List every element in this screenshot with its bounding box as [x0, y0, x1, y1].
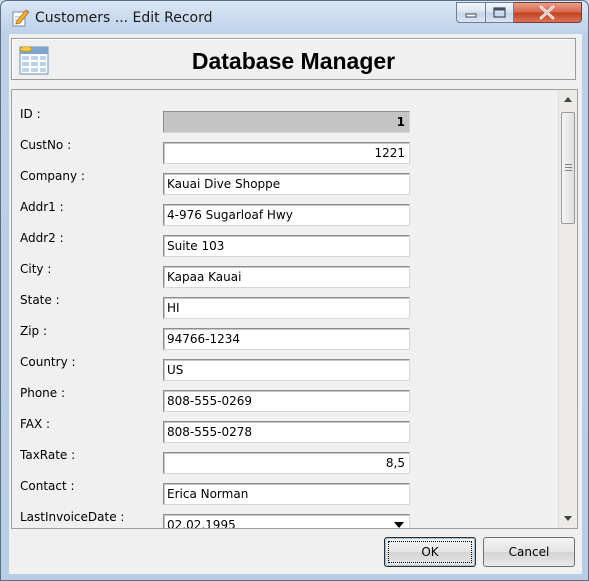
field-row-city: City : Kapaa Kauai — [12, 262, 557, 293]
grip-line — [565, 164, 572, 165]
contact-field[interactable]: Erica Norman — [163, 483, 410, 505]
field-label: LastInvoiceDate : — [20, 510, 125, 524]
field-row-addr2: Addr2 : Suite 103 — [12, 231, 557, 262]
scroll-down-button[interactable] — [562, 512, 574, 524]
scroll-up-arrow-icon — [564, 96, 572, 102]
grip-line — [565, 170, 572, 171]
country-field[interactable]: US — [163, 359, 410, 381]
close-icon — [539, 5, 555, 20]
field-row-id: ID : 1 — [12, 107, 557, 138]
addr2-field[interactable]: Suite 103 — [163, 235, 410, 257]
state-field[interactable]: HI — [163, 297, 410, 319]
title-bar[interactable]: Customers ... Edit Record — [1, 1, 588, 35]
field-row-taxrate: TaxRate : 8,5 — [12, 448, 557, 479]
taxrate-field[interactable]: 8,5 — [163, 452, 410, 474]
dialog-client-area: Database Manager ID : 1 CustNo : 1221 Co… — [9, 34, 582, 574]
scroll-up-button[interactable] — [562, 93, 574, 105]
field-label: TaxRate : — [20, 448, 76, 462]
field-label: Country : — [20, 355, 76, 369]
scroll-down-arrow-icon — [564, 515, 572, 521]
ok-button[interactable]: OK — [384, 537, 476, 567]
record-form: ID : 1 CustNo : 1221 Company : Kauai Div… — [11, 89, 578, 529]
focus-ring — [388, 541, 472, 563]
edit-pencil-icon — [12, 9, 29, 27]
grip-line — [565, 167, 572, 168]
field-label: Company : — [20, 169, 85, 183]
header-title: Database Manager — [191, 48, 396, 74]
addr1-field[interactable]: 4-976 Sugarloaf Hwy — [163, 204, 410, 226]
field-label: Addr2 : — [20, 231, 64, 245]
field-row-fax: FAX : 808-555-0278 — [12, 417, 557, 448]
field-label: Phone : — [20, 386, 66, 400]
fax-field[interactable]: 808-555-0278 — [163, 421, 410, 443]
company-field[interactable]: Kauai Dive Shoppe — [163, 173, 410, 195]
field-label: CustNo : — [20, 138, 72, 152]
phone-field[interactable]: 808-555-0269 — [163, 390, 410, 412]
zip-field[interactable]: 94766-1234 — [163, 328, 410, 350]
field-row-state: State : HI — [12, 293, 557, 324]
field-label: FAX : — [20, 417, 51, 431]
field-row-zip: Zip : 94766-1234 — [12, 324, 557, 355]
field-label: Addr1 : — [20, 200, 64, 214]
field-row-lastinvoicedate: LastInvoiceDate : 02.02.1995 — [12, 510, 557, 529]
city-field[interactable]: Kapaa Kauai — [163, 266, 410, 288]
custno-field[interactable]: 1221 — [163, 142, 410, 164]
field-row-addr1: Addr1 : 4-976 Sugarloaf Hwy — [12, 200, 557, 231]
id-field: 1 — [163, 111, 410, 133]
edit-record-window: Customers ... Edit Record Database Manag… — [0, 0, 589, 581]
lastinvoicedate-combo[interactable]: 02.02.1995 — [163, 514, 410, 529]
field-row-contact: Contact : Erica Norman — [12, 479, 557, 510]
chevron-down-icon — [394, 522, 404, 528]
field-label: ID : — [20, 107, 41, 121]
minimize-button[interactable] — [456, 2, 486, 23]
field-label: Contact : — [20, 479, 75, 493]
lastinvoicedate-value: 02.02.1995 — [167, 518, 236, 529]
field-label: State : — [20, 293, 60, 307]
maximize-icon — [493, 7, 506, 18]
scrollbar-thumb[interactable] — [561, 112, 575, 224]
header-panel: Database Manager — [11, 38, 576, 80]
window-title: Customers ... Edit Record — [35, 10, 213, 26]
field-row-company: Company : Kauai Dive Shoppe — [12, 169, 557, 200]
date-dropdown-button[interactable] — [390, 516, 408, 528]
field-row-phone: Phone : 808-555-0269 — [12, 386, 557, 417]
vertical-scrollbar[interactable] — [558, 90, 577, 528]
close-window-button[interactable] — [514, 2, 582, 23]
field-row-custno: CustNo : 1221 — [12, 138, 557, 169]
maximize-button[interactable] — [486, 2, 514, 23]
minimize-icon — [465, 13, 477, 18]
field-row-country: Country : US — [12, 355, 557, 386]
cancel-button[interactable]: Cancel — [483, 537, 575, 567]
field-label: Zip : — [20, 324, 48, 338]
field-label: City : — [20, 262, 52, 276]
cancel-button-label: Cancel — [508, 545, 550, 559]
